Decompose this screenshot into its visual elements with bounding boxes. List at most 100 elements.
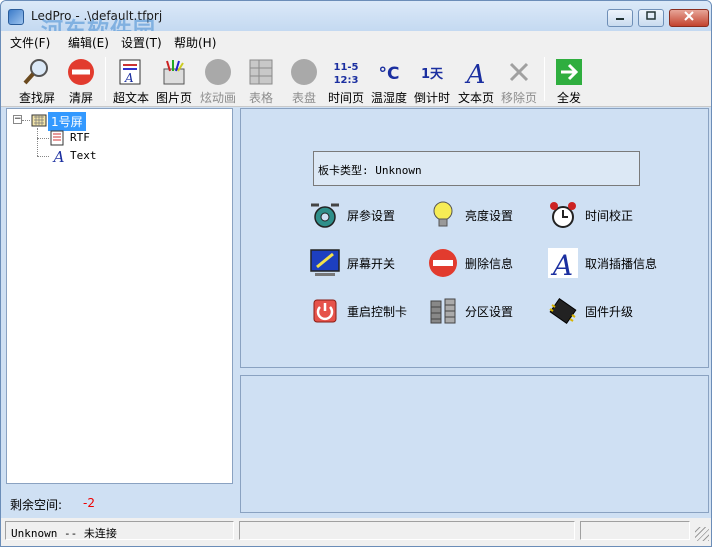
time-correction-label: 时间校正 <box>585 209 634 223</box>
partition-label: 分区设置 <box>465 305 514 319</box>
screen-switch-label: 屏幕开关 <box>347 257 396 271</box>
window-title: LedPro - .\default.tfprj <box>31 9 163 23</box>
svg-text:1天: 1天 <box>421 67 444 82</box>
text-page-label: 文本页 <box>457 91 494 105</box>
led-screen-icon <box>31 114 47 127</box>
status-bar: Unknown -- 未连接 <box>1 518 711 546</box>
svg-text:A: A <box>465 60 486 87</box>
hypertext-label: 超文本 <box>112 91 149 105</box>
close-icon <box>684 11 694 21</box>
remove-page-button[interactable]: 移除页 <box>499 53 539 105</box>
send-all-button[interactable]: 全发 <box>551 53 587 105</box>
animation-icon <box>205 59 231 85</box>
minimize-button[interactable] <box>607 9 633 27</box>
menu-bar: 文件(F) 编辑(E) 设置(T) 帮助(H) <box>1 31 711 51</box>
time-correction-button[interactable]: 时间校正 <box>547 199 657 233</box>
power-icon <box>313 299 337 323</box>
tree-connector <box>37 138 49 139</box>
find-screen-label: 查找屏 <box>18 91 55 105</box>
send-all-label: 全发 <box>556 91 581 105</box>
countdown-button[interactable]: 1天 倒计时 <box>412 53 452 105</box>
chip-icon <box>549 298 577 324</box>
rtf-document-icon <box>50 130 64 146</box>
card-type-text: 板卡类型: Unknown <box>318 164 422 177</box>
tree-item-rtf[interactable]: RTF <box>70 131 90 144</box>
connection-status: Unknown -- 未连接 <box>11 527 117 540</box>
countdown-icon: 1天 <box>421 67 444 82</box>
picture-page-label: 图片页 <box>155 91 192 105</box>
toolbar-separator <box>105 57 106 101</box>
tree-collapse-toggle[interactable]: − <box>13 115 22 124</box>
monitor-icon <box>310 249 340 276</box>
delete-info-button[interactable]: 删除信息 <box>427 247 527 281</box>
close-button[interactable] <box>669 9 709 27</box>
table-label: 表格 <box>248 91 273 105</box>
table-button[interactable]: 表格 <box>243 53 279 105</box>
remaining-space-value: -2 <box>83 496 95 510</box>
brightness-label: 亮度设置 <box>465 209 514 223</box>
svg-text:A: A <box>52 148 65 164</box>
partition-icon <box>430 298 456 324</box>
status-cell-empty <box>580 521 690 540</box>
restart-card-button[interactable]: 重启控制卡 <box>309 295 409 329</box>
app-icon <box>8 9 24 25</box>
title-bar[interactable]: LedPro - .\default.tfprj 河东软件园 <box>1 1 711 44</box>
magnifier-icon <box>23 59 48 85</box>
delete-icon <box>429 249 457 277</box>
menu-file[interactable]: 文件(F) <box>10 34 50 51</box>
tree-connector <box>37 156 49 157</box>
italic-a-icon: A <box>548 248 578 279</box>
animation-button[interactable]: 炫动画 <box>197 53 239 105</box>
menu-help[interactable]: 帮助(H) <box>174 34 216 51</box>
temperature-button[interactable]: °C 温湿度 <box>369 53 409 105</box>
firmware-upgrade-button[interactable]: 固件升级 <box>547 295 657 329</box>
cancel-insert-button[interactable]: A 取消插播信息 <box>547 247 672 281</box>
resize-grip[interactable] <box>695 527 709 541</box>
menu-edit[interactable]: 编辑(E) <box>68 34 109 51</box>
screen-params-label: 屏参设置 <box>347 209 396 223</box>
screen-switch-button[interactable]: 屏幕开关 <box>309 247 409 281</box>
time-page-icon: 11-5 12:3 <box>333 62 359 86</box>
cancel-insert-label: 取消插播信息 <box>585 257 658 271</box>
remove-page-icon <box>509 62 529 82</box>
table-icon <box>249 59 273 85</box>
dial-icon <box>291 59 317 85</box>
status-cell-connection: Unknown -- 未连接 <box>5 521 234 540</box>
temperature-icon: °C <box>379 64 400 84</box>
control-panel: 板卡类型: Unknown 屏参设置 亮度设置 时间校正 屏幕开关 删除信息 A… <box>240 108 709 368</box>
maximize-button[interactable] <box>638 9 664 27</box>
tree-root-screen-1[interactable]: 1号屏 <box>48 112 86 131</box>
svg-text:12:3: 12:3 <box>334 75 359 86</box>
remove-page-label: 移除页 <box>500 91 537 105</box>
animation-label: 炫动画 <box>199 91 236 105</box>
toolbar: 查找屏 清屏 A 超文本 图片页 炫动画 表格 表盘 11-5 12:3 时间页… <box>1 51 711 107</box>
tree-item-text[interactable]: Text <box>70 149 97 162</box>
dial-label: 表盘 <box>291 91 316 105</box>
text-a-icon: A <box>52 148 65 164</box>
restart-card-label: 重启控制卡 <box>347 305 408 319</box>
lightbulb-icon <box>433 201 453 227</box>
tree-connector <box>22 120 30 121</box>
screen-params-button[interactable]: 屏参设置 <box>309 199 409 233</box>
dial-button[interactable]: 表盘 <box>286 53 322 105</box>
text-page-button[interactable]: A 文本页 <box>456 53 496 105</box>
clear-screen-label: 清屏 <box>68 91 93 105</box>
screen-tree[interactable]: − 1号屏 RTF A Text <box>6 108 233 484</box>
hypertext-button[interactable]: A 超文本 <box>111 53 151 105</box>
picture-page-button[interactable]: 图片页 <box>154 53 194 105</box>
temperature-label: 温湿度 <box>370 91 407 105</box>
menu-settings[interactable]: 设置(T) <box>121 34 162 51</box>
alarm-clock-icon <box>550 202 576 228</box>
send-all-icon <box>556 59 582 85</box>
partition-button[interactable]: 分区设置 <box>427 295 527 329</box>
gear-icon <box>311 203 339 228</box>
delete-info-label: 删除信息 <box>465 257 514 271</box>
toolbar-separator <box>544 57 545 101</box>
clear-screen-button[interactable]: 清屏 <box>63 53 99 105</box>
firmware-upgrade-label: 固件升级 <box>585 305 634 319</box>
remaining-space-label: 剩余空间: <box>10 498 63 512</box>
time-page-button[interactable]: 11-5 12:3 时间页 <box>326 53 366 105</box>
svg-text:A: A <box>550 249 573 279</box>
find-screen-button[interactable]: 查找屏 <box>15 53 59 105</box>
brightness-button[interactable]: 亮度设置 <box>427 199 527 233</box>
